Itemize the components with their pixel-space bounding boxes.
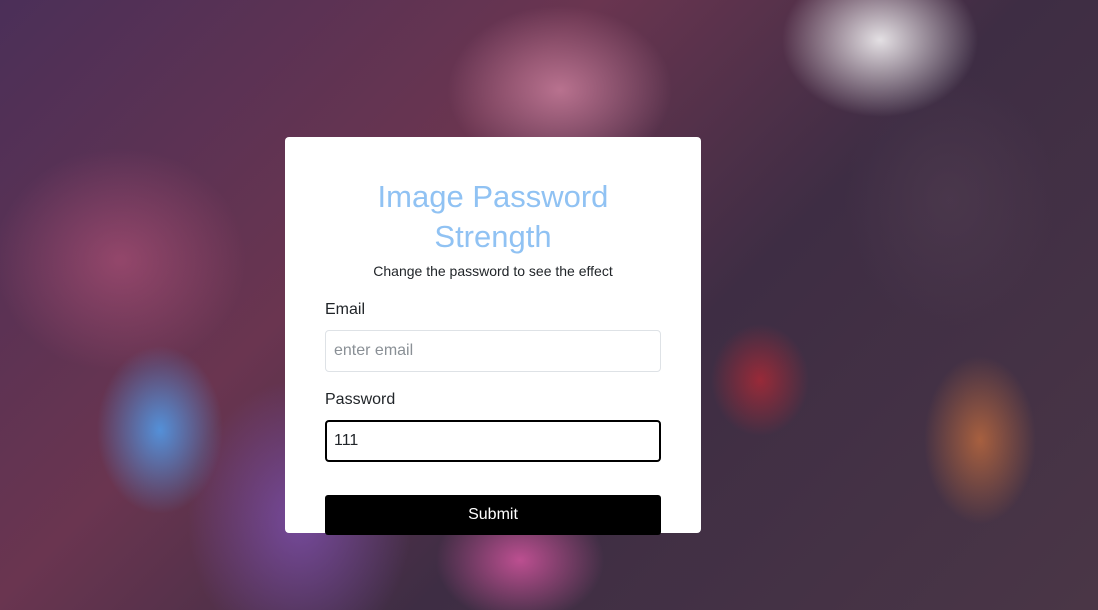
email-label: Email	[325, 301, 366, 318]
submit-button[interactable]: Submit	[325, 495, 661, 535]
password-field[interactable]	[325, 420, 661, 462]
password-label: Password	[325, 391, 396, 408]
login-card: Image Password Strength Change the passw…	[285, 137, 701, 535]
email-field[interactable]	[325, 330, 661, 372]
page-title: Image Password Strength	[377, 179, 609, 254]
page-subtitle: Change the password to see the effect	[373, 263, 613, 279]
